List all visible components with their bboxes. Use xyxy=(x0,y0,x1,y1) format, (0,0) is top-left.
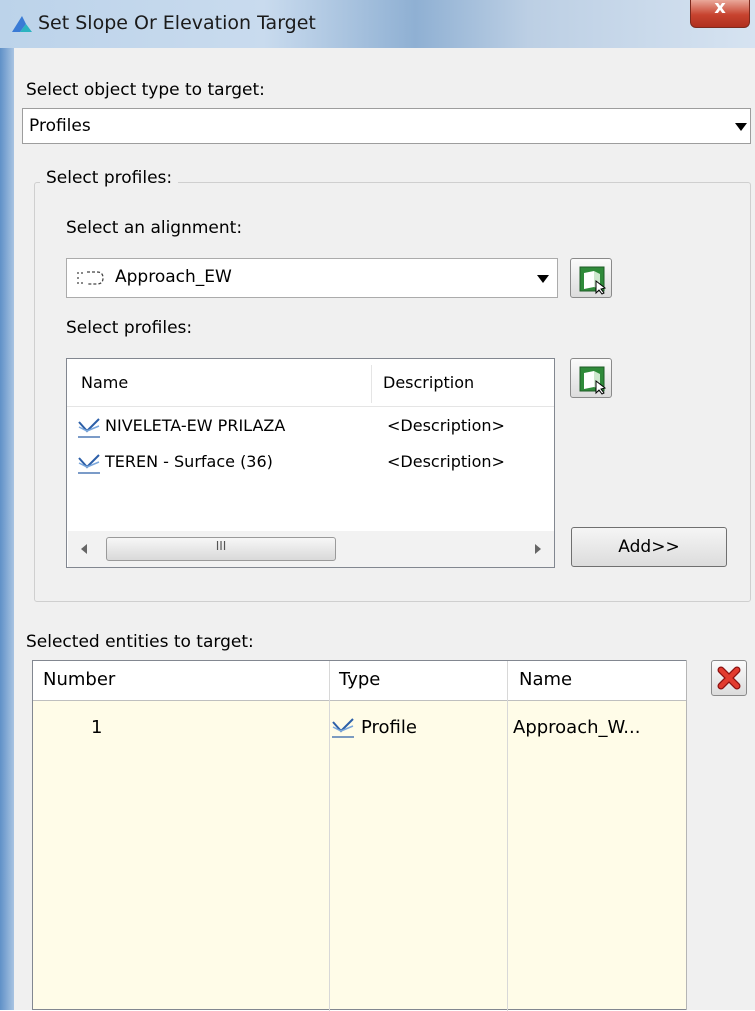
scroll-left-button[interactable] xyxy=(68,531,100,567)
cell-name: Approach_W... xyxy=(513,717,641,738)
table-edge xyxy=(686,660,694,1010)
alignment-combo[interactable]: Approach_EW xyxy=(66,258,558,298)
window-frame-left xyxy=(0,48,14,1010)
profile-row[interactable]: NIVELETA-EW PRILAZA <Description> xyxy=(67,409,554,445)
column-divider[interactable] xyxy=(507,661,508,701)
selected-entities-table[interactable]: Number Type Name 1 Profile Approach_W... xyxy=(32,660,694,1011)
profile-description: <Description> xyxy=(387,452,505,471)
object-type-value: Profiles xyxy=(29,116,91,136)
remove-red-x-icon xyxy=(717,666,741,690)
arrow-right-icon xyxy=(535,544,541,554)
alignment-label: Select an alignment: xyxy=(66,218,243,238)
chevron-down-icon xyxy=(537,275,549,283)
add-button[interactable]: Add>> xyxy=(571,527,727,567)
profiles-label: Select profiles: xyxy=(66,318,193,338)
profiles-list[interactable]: Name Description NIVELETA-EW PRILAZA <De… xyxy=(66,358,555,568)
selected-entities-label: Selected entities to target: xyxy=(26,632,254,652)
remove-entity-button[interactable] xyxy=(711,660,747,696)
grip-icon: III xyxy=(215,539,227,553)
scrollbar-thumb[interactable]: III xyxy=(106,537,336,561)
arrow-left-icon xyxy=(81,544,87,554)
object-type-combo[interactable]: Profiles xyxy=(22,108,751,144)
column-header-name[interactable]: Name xyxy=(81,373,128,392)
column-header-type[interactable]: Type xyxy=(339,669,380,690)
window-title: Set Slope Or Elevation Target xyxy=(38,12,316,34)
column-header-description[interactable]: Description xyxy=(383,373,474,392)
profile-row[interactable]: TEREN - Surface (36) <Description> xyxy=(67,445,554,481)
horizontal-scrollbar[interactable]: III xyxy=(68,531,554,567)
pick-from-drawing-icon xyxy=(579,366,607,395)
profile-icon xyxy=(331,717,355,739)
app-icon xyxy=(10,12,34,36)
profiles-list-header: Name Description xyxy=(67,359,554,407)
column-header-name[interactable]: Name xyxy=(519,669,572,690)
profile-description: <Description> xyxy=(387,416,505,435)
object-type-label: Select object type to target: xyxy=(26,80,265,100)
title-bar: Set Slope Or Elevation Target x xyxy=(0,0,755,48)
column-divider[interactable] xyxy=(371,365,372,403)
profile-name: NIVELETA-EW PRILAZA xyxy=(105,416,286,435)
pick-alignment-button[interactable] xyxy=(570,258,612,298)
alignment-icon xyxy=(73,269,113,287)
close-icon: x xyxy=(714,0,726,18)
pick-from-drawing-icon xyxy=(579,266,607,295)
column-header-number[interactable]: Number xyxy=(43,669,115,690)
chevron-down-icon xyxy=(735,123,747,131)
selected-table-header: Number Type Name xyxy=(33,661,693,701)
cell-type: Profile xyxy=(361,717,417,738)
pick-profiles-button[interactable] xyxy=(570,358,612,398)
profiles-group-legend: Select profiles: xyxy=(40,168,179,188)
profile-icon xyxy=(77,453,101,475)
column-divider[interactable] xyxy=(329,661,330,701)
cell-number: 1 xyxy=(91,717,103,738)
alignment-value: Approach_EW xyxy=(115,267,232,287)
scroll-right-button[interactable] xyxy=(522,531,554,567)
close-button[interactable]: x xyxy=(690,0,750,28)
profile-name: TEREN - Surface (36) xyxy=(105,452,273,471)
profile-icon xyxy=(77,417,101,439)
